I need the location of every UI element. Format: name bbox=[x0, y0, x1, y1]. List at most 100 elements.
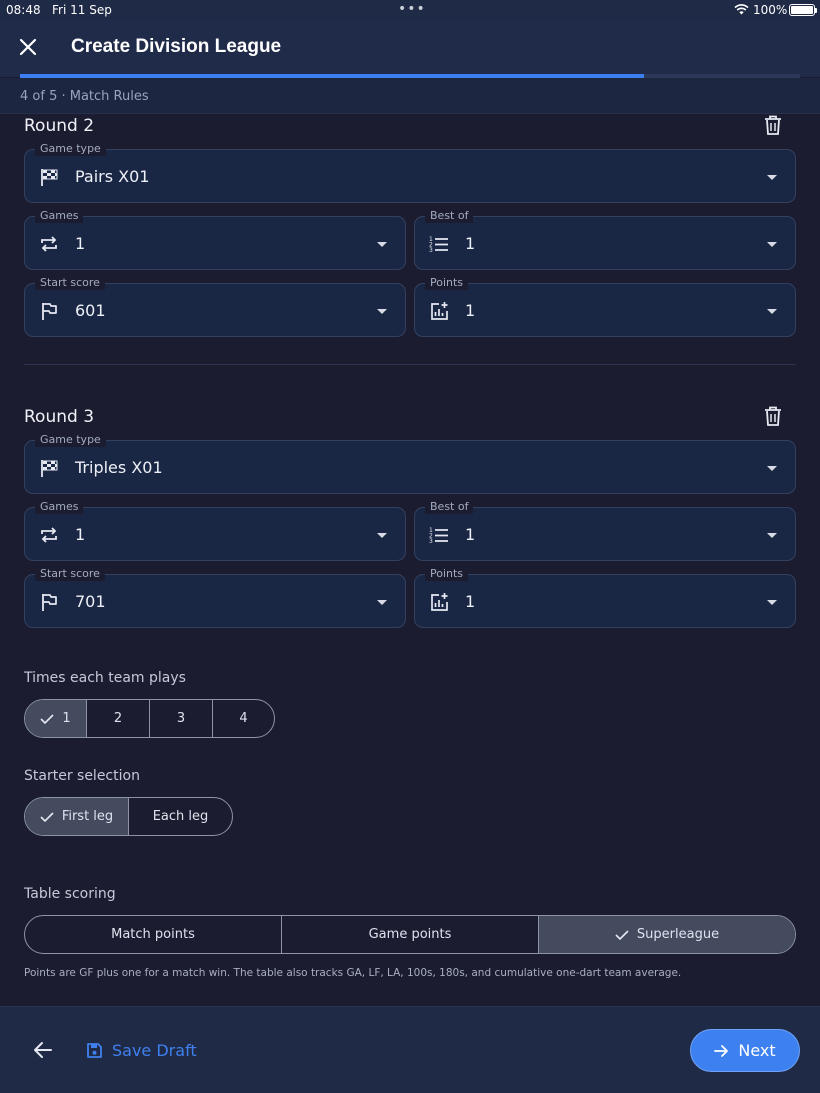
next-button[interactable]: Next bbox=[690, 1029, 800, 1072]
round-2-best-of-select[interactable]: Best of 1 2 3 1 bbox=[414, 209, 796, 270]
repeat-icon bbox=[41, 527, 57, 543]
save-draft-label: Save Draft bbox=[112, 1041, 197, 1060]
table-scoring-segmented: Match points Game points Superleague bbox=[24, 915, 796, 954]
chevron-down-icon bbox=[767, 309, 777, 314]
wifi-icon bbox=[734, 4, 749, 15]
times-option-1[interactable]: 1 bbox=[25, 700, 87, 737]
app-bar: Create Division League bbox=[0, 20, 820, 77]
flag-icon bbox=[42, 594, 57, 611]
chevron-down-icon bbox=[767, 242, 777, 247]
starter-selection-segmented: First leg Each leg bbox=[24, 797, 233, 836]
chart-plus-icon bbox=[431, 593, 448, 611]
scoring-option-game-points[interactable]: Game points bbox=[282, 916, 539, 953]
option-label: Each leg bbox=[152, 809, 209, 824]
field-value: Triples X01 bbox=[75, 458, 163, 477]
times-each-team-plays-segmented: 1 2 3 4 bbox=[24, 699, 275, 738]
page-title: Create Division League bbox=[71, 36, 282, 57]
check-icon bbox=[40, 811, 54, 822]
svg-text:3: 3 bbox=[429, 247, 433, 254]
field-value: 1 bbox=[465, 234, 476, 253]
round-2-start-score-select[interactable]: Start score 601 bbox=[24, 276, 406, 337]
round-3-title: Round 3 bbox=[24, 407, 95, 427]
scoring-option-superleague[interactable]: Superleague bbox=[539, 916, 795, 953]
save-icon bbox=[87, 1043, 102, 1058]
table-scoring-help-text: Points are GF plus one for a match win. … bbox=[24, 967, 682, 979]
option-label: First leg bbox=[61, 809, 114, 824]
field-value: 1 bbox=[465, 301, 476, 320]
option-label: Game points bbox=[368, 927, 452, 942]
bottom-bar: Save Draft Next bbox=[0, 1006, 820, 1093]
chart-plus-icon bbox=[431, 302, 448, 320]
times-each-team-plays-label: Times each team plays bbox=[24, 670, 186, 686]
field-label: Points bbox=[425, 567, 469, 581]
save-draft-button[interactable]: Save Draft bbox=[87, 1041, 197, 1060]
check-icon bbox=[615, 929, 629, 940]
arrow-left-icon[interactable] bbox=[33, 1041, 53, 1059]
chevron-down-icon bbox=[767, 466, 777, 471]
delete-round-2-trash-icon[interactable] bbox=[764, 115, 782, 135]
multitasking-dots-icon[interactable]: ••• bbox=[398, 1, 426, 17]
field-label: Best of bbox=[425, 500, 474, 514]
repeat-icon bbox=[41, 236, 57, 252]
status-time: 08:48 bbox=[6, 3, 41, 17]
starter-selection-label: Starter selection bbox=[24, 768, 140, 784]
field-value: 701 bbox=[75, 592, 106, 611]
chevron-down-icon bbox=[377, 533, 387, 538]
field-value: 1 bbox=[75, 525, 86, 544]
delete-round-3-trash-icon[interactable] bbox=[764, 406, 782, 426]
option-label: 1 bbox=[62, 711, 71, 726]
field-label: Games bbox=[35, 500, 84, 514]
chevron-down-icon bbox=[377, 242, 387, 247]
field-value: 1 bbox=[465, 592, 476, 611]
option-label: 3 bbox=[176, 711, 186, 726]
round-3-start-score-select[interactable]: Start score 701 bbox=[24, 567, 406, 628]
chevron-down-icon bbox=[377, 600, 387, 605]
field-label: Best of bbox=[425, 209, 474, 223]
field-value: 601 bbox=[75, 301, 106, 320]
status-date: Fri 11 Sep bbox=[52, 3, 112, 17]
round-3-games-select[interactable]: Games 1 bbox=[24, 500, 406, 561]
chevron-down-icon bbox=[767, 600, 777, 605]
field-value: 1 bbox=[75, 234, 86, 253]
option-label: Superleague bbox=[636, 927, 720, 942]
battery-icon bbox=[789, 4, 817, 16]
times-option-4[interactable]: 4 bbox=[213, 700, 274, 737]
round-2-points-select[interactable]: Points 1 bbox=[414, 276, 796, 337]
option-label: 4 bbox=[239, 711, 248, 726]
starter-option-each-leg[interactable]: Each leg bbox=[129, 798, 232, 835]
round-2-game-type-select[interactable]: Game type Pairs X01 bbox=[24, 142, 796, 203]
times-option-3[interactable]: 3 bbox=[150, 700, 213, 737]
section-divider bbox=[24, 364, 796, 365]
round-2-title: Round 2 bbox=[24, 116, 95, 136]
field-value: Pairs X01 bbox=[75, 167, 150, 186]
checkered-flag-icon bbox=[41, 169, 58, 186]
checkered-flag-icon bbox=[41, 460, 58, 477]
field-value: 1 bbox=[465, 525, 476, 544]
field-label: Game type bbox=[35, 433, 106, 447]
round-2-games-select[interactable]: Games 1 bbox=[24, 209, 406, 270]
round-3-best-of-select[interactable]: Best of 1 2 3 1 bbox=[414, 500, 796, 561]
step-label: 4 of 5 · Match Rules bbox=[20, 89, 149, 104]
chevron-down-icon bbox=[767, 533, 777, 538]
status-bar: 08:48 Fri 11 Sep ••• 100% bbox=[0, 0, 820, 20]
close-icon[interactable] bbox=[18, 37, 38, 57]
times-option-2[interactable]: 2 bbox=[87, 700, 150, 737]
scoring-option-match-points[interactable]: Match points bbox=[25, 916, 282, 953]
round-3-points-select[interactable]: Points 1 bbox=[414, 567, 796, 628]
field-label: Start score bbox=[35, 567, 105, 581]
starter-option-first-leg[interactable]: First leg bbox=[25, 798, 129, 835]
field-label: Games bbox=[35, 209, 84, 223]
check-icon bbox=[40, 713, 54, 724]
option-label: 2 bbox=[113, 711, 123, 726]
next-label: Next bbox=[738, 1041, 776, 1060]
numbered-list-icon: 1 2 3 bbox=[429, 236, 448, 254]
round-3-game-type-select[interactable]: Game type Triples X01 bbox=[24, 433, 796, 494]
svg-text:3: 3 bbox=[429, 538, 433, 545]
chevron-down-icon bbox=[377, 309, 387, 314]
field-label: Game type bbox=[35, 142, 106, 156]
option-label: Match points bbox=[111, 927, 195, 942]
field-label: Points bbox=[425, 276, 469, 290]
arrow-right-icon bbox=[714, 1044, 729, 1057]
flag-icon bbox=[42, 303, 57, 320]
step-indicator: 4 of 5 · Match Rules bbox=[0, 78, 820, 114]
